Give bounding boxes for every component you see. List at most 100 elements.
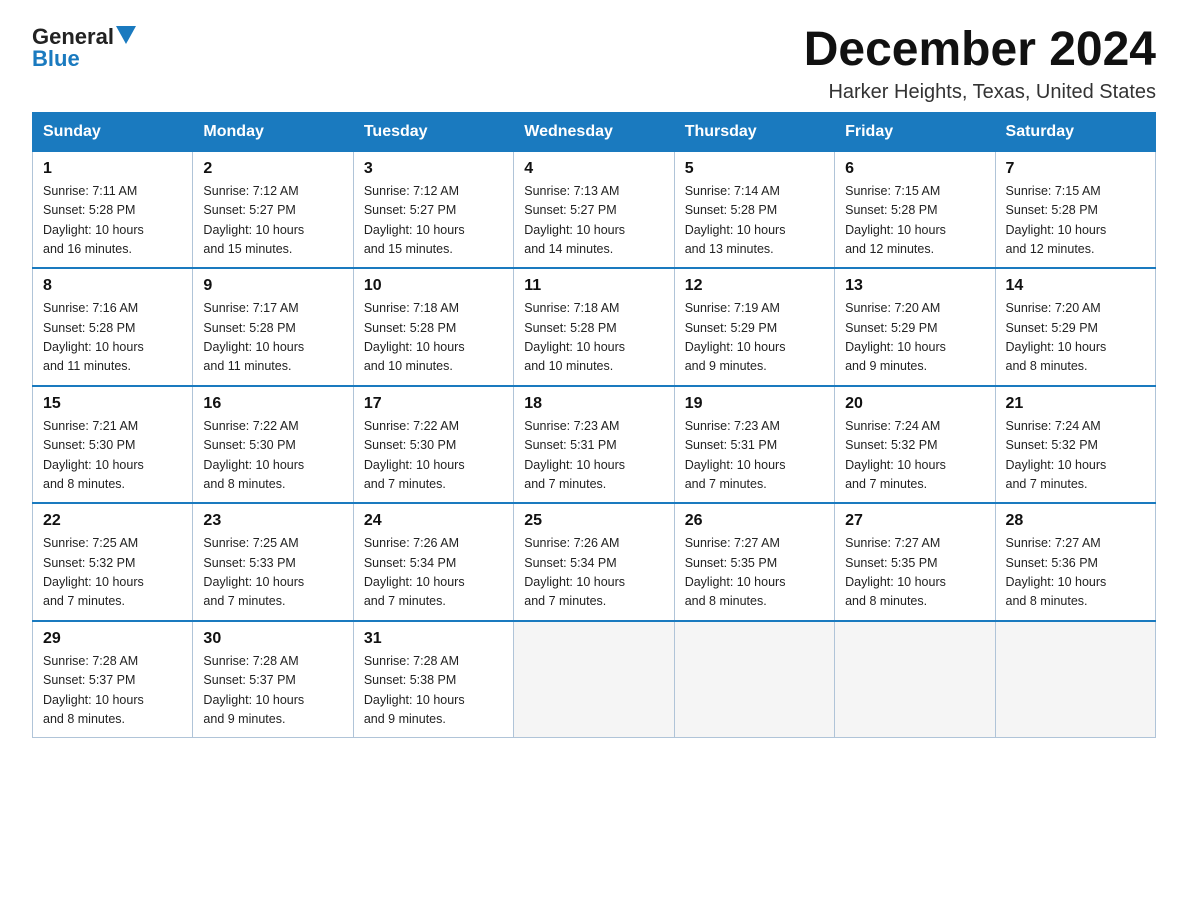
day-number: 12 [685, 277, 824, 295]
calendar-cell: 3 Sunrise: 7:12 AMSunset: 5:27 PMDaylight… [353, 151, 513, 268]
day-number: 21 [1006, 395, 1145, 413]
day-number: 17 [364, 395, 503, 413]
day-info: Sunrise: 7:15 AMSunset: 5:28 PMDaylight:… [845, 182, 984, 260]
day-number: 22 [43, 512, 182, 530]
day-info: Sunrise: 7:11 AMSunset: 5:28 PMDaylight:… [43, 182, 182, 260]
week-row-2: 8 Sunrise: 7:16 AMSunset: 5:28 PMDaylight… [33, 268, 1156, 386]
calendar-cell: 10 Sunrise: 7:18 AMSunset: 5:28 PMDayligh… [353, 268, 513, 386]
day-number: 15 [43, 395, 182, 413]
logo-triangle-icon [116, 26, 136, 44]
day-info: Sunrise: 7:28 AMSunset: 5:37 PMDaylight:… [203, 652, 342, 730]
weekday-header-thursday: Thursday [674, 112, 834, 151]
weekday-header-sunday: Sunday [33, 112, 193, 151]
day-number: 26 [685, 512, 824, 530]
week-row-5: 29Sunrise: 7:28 AMSunset: 5:37 PMDayligh… [33, 621, 1156, 738]
header: General Blue December 2024 Harker Height… [32, 24, 1156, 104]
day-number: 8 [43, 277, 182, 295]
day-number: 20 [845, 395, 984, 413]
calendar-cell: 1Sunrise: 7:11 AMSunset: 5:28 PMDaylight… [33, 151, 193, 268]
day-number: 30 [203, 630, 342, 648]
logo-blue-text: Blue [32, 46, 80, 72]
day-info: Sunrise: 7:20 AMSunset: 5:29 PMDaylight:… [1006, 299, 1145, 377]
calendar-cell: 23Sunrise: 7:25 AMSunset: 5:33 PMDayligh… [193, 503, 353, 621]
day-number: 27 [845, 512, 984, 530]
weekday-header-monday: Monday [193, 112, 353, 151]
calendar-cell: 12 Sunrise: 7:19 AMSunset: 5:29 PMDayligh… [674, 268, 834, 386]
day-info: Sunrise: 7:18 AMSunset: 5:28 PMDaylight:… [524, 299, 663, 377]
calendar-cell: 29Sunrise: 7:28 AMSunset: 5:37 PMDayligh… [33, 621, 193, 738]
weekday-header-wednesday: Wednesday [514, 112, 674, 151]
day-info: Sunrise: 7:25 AMSunset: 5:33 PMDaylight:… [203, 534, 342, 612]
day-number: 2 [203, 160, 342, 178]
day-info: Sunrise: 7:13 AMSunset: 5:27 PMDaylight:… [524, 182, 663, 260]
calendar-table: SundayMondayTuesdayWednesdayThursdayFrid… [32, 112, 1156, 739]
calendar-cell: 15 Sunrise: 7:21 AMSunset: 5:30 PMDayligh… [33, 386, 193, 504]
calendar-cell: 5 Sunrise: 7:14 AMSunset: 5:28 PMDaylight… [674, 151, 834, 268]
calendar-cell [514, 621, 674, 738]
weekday-header-saturday: Saturday [995, 112, 1155, 151]
day-info: Sunrise: 7:22 AMSunset: 5:30 PMDaylight:… [203, 417, 342, 495]
day-number: 28 [1006, 512, 1145, 530]
day-info: Sunrise: 7:12 AMSunset: 5:27 PMDaylight:… [364, 182, 503, 260]
calendar-cell: 11 Sunrise: 7:18 AMSunset: 5:28 PMDayligh… [514, 268, 674, 386]
day-info: Sunrise: 7:26 AMSunset: 5:34 PMDaylight:… [364, 534, 503, 612]
day-info: Sunrise: 7:25 AMSunset: 5:32 PMDaylight:… [43, 534, 182, 612]
weekday-header-tuesday: Tuesday [353, 112, 513, 151]
day-info: Sunrise: 7:23 AMSunset: 5:31 PMDaylight:… [524, 417, 663, 495]
calendar-cell: 6 Sunrise: 7:15 AMSunset: 5:28 PMDaylight… [835, 151, 995, 268]
day-number: 16 [203, 395, 342, 413]
day-number: 31 [364, 630, 503, 648]
day-number: 24 [364, 512, 503, 530]
day-number: 7 [1006, 160, 1145, 178]
day-number: 11 [524, 277, 663, 295]
calendar-cell: 30 Sunrise: 7:28 AMSunset: 5:37 PMDayligh… [193, 621, 353, 738]
day-info: Sunrise: 7:27 AMSunset: 5:36 PMDaylight:… [1006, 534, 1145, 612]
logo: General Blue [32, 24, 136, 72]
day-number: 6 [845, 160, 984, 178]
day-info: Sunrise: 7:18 AMSunset: 5:28 PMDaylight:… [364, 299, 503, 377]
day-info: Sunrise: 7:12 AMSunset: 5:27 PMDaylight:… [203, 182, 342, 260]
day-number: 13 [845, 277, 984, 295]
week-row-3: 15 Sunrise: 7:21 AMSunset: 5:30 PMDayligh… [33, 386, 1156, 504]
day-info: Sunrise: 7:24 AMSunset: 5:32 PMDaylight:… [1006, 417, 1145, 495]
day-info: Sunrise: 7:15 AMSunset: 5:28 PMDaylight:… [1006, 182, 1145, 260]
location-title: Harker Heights, Texas, United States [804, 81, 1156, 104]
month-title: December 2024 [804, 24, 1156, 77]
calendar-cell: 25 Sunrise: 7:26 AMSunset: 5:34 PMDayligh… [514, 503, 674, 621]
weekday-header-friday: Friday [835, 112, 995, 151]
day-number: 18 [524, 395, 663, 413]
calendar-cell: 9 Sunrise: 7:17 AMSunset: 5:28 PMDaylight… [193, 268, 353, 386]
day-info: Sunrise: 7:27 AMSunset: 5:35 PMDaylight:… [845, 534, 984, 612]
calendar-cell [995, 621, 1155, 738]
day-info: Sunrise: 7:16 AMSunset: 5:28 PMDaylight:… [43, 299, 182, 377]
calendar-cell: 22 Sunrise: 7:25 AMSunset: 5:32 PMDayligh… [33, 503, 193, 621]
week-row-4: 22 Sunrise: 7:25 AMSunset: 5:32 PMDayligh… [33, 503, 1156, 621]
day-info: Sunrise: 7:17 AMSunset: 5:28 PMDaylight:… [203, 299, 342, 377]
calendar-cell [835, 621, 995, 738]
calendar-cell: 2 Sunrise: 7:12 AMSunset: 5:27 PMDaylight… [193, 151, 353, 268]
calendar-cell: 26 Sunrise: 7:27 AMSunset: 5:35 PMDayligh… [674, 503, 834, 621]
day-info: Sunrise: 7:19 AMSunset: 5:29 PMDaylight:… [685, 299, 824, 377]
day-number: 25 [524, 512, 663, 530]
day-number: 9 [203, 277, 342, 295]
day-number: 10 [364, 277, 503, 295]
day-info: Sunrise: 7:20 AMSunset: 5:29 PMDaylight:… [845, 299, 984, 377]
day-info: Sunrise: 7:21 AMSunset: 5:30 PMDaylight:… [43, 417, 182, 495]
calendar-cell: 21 Sunrise: 7:24 AMSunset: 5:32 PMDayligh… [995, 386, 1155, 504]
calendar-cell: 8 Sunrise: 7:16 AMSunset: 5:28 PMDaylight… [33, 268, 193, 386]
day-info: Sunrise: 7:14 AMSunset: 5:28 PMDaylight:… [685, 182, 824, 260]
calendar-cell: 19Sunrise: 7:23 AMSunset: 5:31 PMDayligh… [674, 386, 834, 504]
calendar-cell: 28 Sunrise: 7:27 AMSunset: 5:36 PMDayligh… [995, 503, 1155, 621]
day-number: 5 [685, 160, 824, 178]
week-row-1: 1Sunrise: 7:11 AMSunset: 5:28 PMDaylight… [33, 151, 1156, 268]
day-info: Sunrise: 7:28 AMSunset: 5:37 PMDaylight:… [43, 652, 182, 730]
day-number: 3 [364, 160, 503, 178]
calendar-cell: 27 Sunrise: 7:27 AMSunset: 5:35 PMDayligh… [835, 503, 995, 621]
day-info: Sunrise: 7:26 AMSunset: 5:34 PMDaylight:… [524, 534, 663, 612]
calendar-cell: 18 Sunrise: 7:23 AMSunset: 5:31 PMDayligh… [514, 386, 674, 504]
day-number: 4 [524, 160, 663, 178]
calendar-cell: 31Sunrise: 7:28 AMSunset: 5:38 PMDayligh… [353, 621, 513, 738]
day-info: Sunrise: 7:27 AMSunset: 5:35 PMDaylight:… [685, 534, 824, 612]
calendar-cell: 7 Sunrise: 7:15 AMSunset: 5:28 PMDaylight… [995, 151, 1155, 268]
calendar-cell: 17Sunrise: 7:22 AMSunset: 5:30 PMDayligh… [353, 386, 513, 504]
